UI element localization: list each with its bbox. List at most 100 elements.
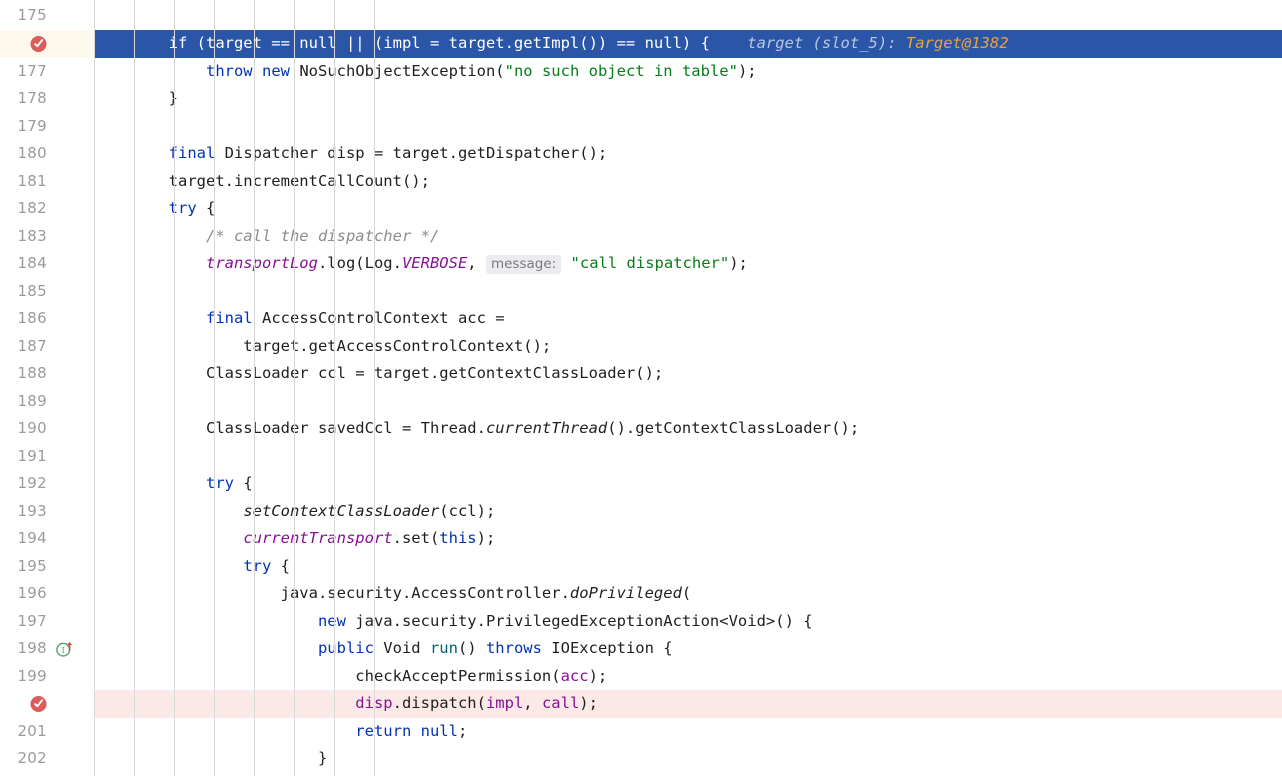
gutter[interactable]: 175 (0, 0, 94, 30)
code-line[interactable]: 179 (0, 113, 1282, 141)
code-text[interactable]: if (target == null || (impl = target.get… (94, 30, 1282, 58)
code-line[interactable]: 183 /* call the dispatcher */ (0, 223, 1282, 251)
breakpoint-verified-icon[interactable] (29, 694, 48, 713)
gutter[interactable]: 184 (0, 250, 94, 278)
gutter[interactable]: 189 (0, 388, 94, 416)
code-text[interactable]: public Void run() throws IOException { (94, 635, 1282, 663)
gutter[interactable]: 183 (0, 223, 94, 251)
code-line[interactable]: disp.dispatch(impl, call); (0, 690, 1282, 718)
code-text[interactable]: target.getAccessControlContext(); (94, 333, 1282, 361)
code-line[interactable]: 180 final Dispatcher disp = target.getDi… (0, 140, 1282, 168)
code-line[interactable]: if (target == null || (impl = target.get… (0, 30, 1282, 58)
code-line[interactable]: 175 (0, 0, 1282, 30)
code-line[interactable]: 181 target.incrementCallCount(); (0, 168, 1282, 196)
code-text[interactable]: new java.security.PrivilegedExceptionAct… (94, 608, 1282, 636)
code-text[interactable]: transportLog.log(Log.VERBOSE, message: "… (94, 250, 1282, 278)
code-text[interactable]: checkAcceptPermission(acc); (94, 663, 1282, 691)
gutter[interactable]: 178 (0, 85, 94, 113)
code-line[interactable]: 195 try { (0, 553, 1282, 581)
gutter[interactable]: 190 (0, 415, 94, 443)
gutter[interactable]: 179 (0, 113, 94, 141)
gutter[interactable]: 182 (0, 195, 94, 223)
line-number: 188 (17, 364, 47, 382)
gutter[interactable]: 194 (0, 525, 94, 553)
code-line[interactable]: 185 (0, 278, 1282, 306)
code-line[interactable]: 186 final AccessControlContext acc = (0, 305, 1282, 333)
code-line[interactable]: 188 ClassLoader ccl = target.getContextC… (0, 360, 1282, 388)
code-text[interactable]: } (94, 85, 1282, 113)
code-line[interactable]: 189 (0, 388, 1282, 416)
token-statm: setContextClassLoader (243, 501, 440, 520)
code-line[interactable]: 184 transportLog.log(Log.VERBOSE, messag… (0, 250, 1282, 278)
code-text[interactable]: java.security.AccessController.doPrivile… (94, 580, 1282, 608)
code-text[interactable]: try { (94, 553, 1282, 581)
code-text[interactable]: } (94, 745, 1282, 773)
code-text[interactable]: final Dispatcher disp = target.getDispat… (94, 140, 1282, 168)
code-line[interactable]: 194 currentTransport.set(this); (0, 525, 1282, 553)
code-text[interactable] (94, 388, 1282, 416)
code-text[interactable] (94, 443, 1282, 471)
code-text[interactable]: throw new NoSuchObjectException("no such… (94, 58, 1282, 86)
gutter[interactable]: 186 (0, 305, 94, 333)
gutter[interactable]: 187 (0, 333, 94, 361)
code-text[interactable]: final AccessControlContext acc = (94, 305, 1282, 333)
code-line[interactable]: 177 throw new NoSuchObjectException("no … (0, 58, 1282, 86)
code-line[interactable]: 198 I public Void run() throws IOExceptio… (0, 635, 1282, 663)
gutter[interactable]: 193 (0, 498, 94, 526)
code-text[interactable] (94, 113, 1282, 141)
code-line[interactable]: 197 new java.security.PrivilegedExceptio… (0, 608, 1282, 636)
token-plain: AccessControlContext acc = (252, 309, 505, 327)
implementing-method-icon[interactable]: I (55, 639, 74, 658)
code-text[interactable] (94, 278, 1282, 306)
gutter[interactable]: 202 (0, 745, 94, 773)
code-line[interactable]: 201 return null; (0, 718, 1282, 746)
token-plain: (ccl); (439, 501, 496, 520)
code-line[interactable]: 182 try { (0, 195, 1282, 223)
code-line[interactable]: 190 ClassLoader savedCcl = Thread.curren… (0, 415, 1282, 443)
code-text[interactable]: target.incrementCallCount(); (94, 168, 1282, 196)
gutter[interactable]: 192 (0, 470, 94, 498)
gutter[interactable]: 197 (0, 608, 94, 636)
gutter[interactable]: 188 (0, 360, 94, 388)
code-line[interactable]: 193 setContextClassLoader(ccl); (0, 498, 1282, 526)
code-text[interactable]: setContextClassLoader(ccl); (94, 498, 1282, 526)
code-text[interactable]: ClassLoader savedCcl = Thread.currentThr… (94, 415, 1282, 443)
code-text[interactable]: currentTransport.set(this); (94, 525, 1282, 553)
breakpoint-verified-icon[interactable] (29, 34, 48, 53)
code-text[interactable] (94, 0, 1282, 30)
gutter[interactable] (0, 30, 94, 58)
gutter[interactable]: 198 I (0, 635, 94, 663)
code-line[interactable]: 178 } (0, 85, 1282, 113)
gutter[interactable]: 195 (0, 553, 94, 581)
code-text[interactable]: disp.dispatch(impl, call); (94, 690, 1282, 718)
gutter[interactable]: 185 (0, 278, 94, 306)
code-line[interactable]: 196 java.security.AccessController.doPri… (0, 580, 1282, 608)
code-text[interactable]: try { (94, 470, 1282, 498)
gutter[interactable]: 196 (0, 580, 94, 608)
token-plain: if (target == null || (impl = target.get… (94, 34, 710, 52)
code-lines-container[interactable]: 175 if (target == null || (impl = target… (0, 0, 1282, 773)
code-text[interactable]: /* call the dispatcher */ (94, 223, 1282, 251)
code-text[interactable]: return null; (94, 718, 1282, 746)
token-kw: null (420, 721, 458, 740)
code-line[interactable]: 199 checkAcceptPermission(acc); (0, 663, 1282, 691)
code-line[interactable]: 191 (0, 443, 1282, 471)
gutter[interactable]: 180 (0, 140, 94, 168)
code-line[interactable]: 187 target.getAccessControlContext(); (0, 333, 1282, 361)
gutter[interactable]: 201 (0, 718, 94, 746)
code-editor[interactable]: 175 if (target == null || (impl = target… (0, 0, 1282, 776)
code-line[interactable]: 192 try { (0, 470, 1282, 498)
token-localv: impl (485, 694, 524, 712)
code-text[interactable]: ClassLoader ccl = target.getContextClass… (94, 360, 1282, 388)
token-statm: doPrivileged (569, 584, 682, 602)
gutter[interactable]: 199 (0, 663, 94, 691)
gutter[interactable] (0, 690, 94, 718)
code-line[interactable]: 202 } (0, 745, 1282, 773)
gutter[interactable]: 191 (0, 443, 94, 471)
gutter[interactable]: 181 (0, 168, 94, 196)
gutter[interactable]: 177 (0, 58, 94, 86)
token-plain: { (271, 556, 290, 575)
code-text[interactable]: try { (94, 195, 1282, 223)
